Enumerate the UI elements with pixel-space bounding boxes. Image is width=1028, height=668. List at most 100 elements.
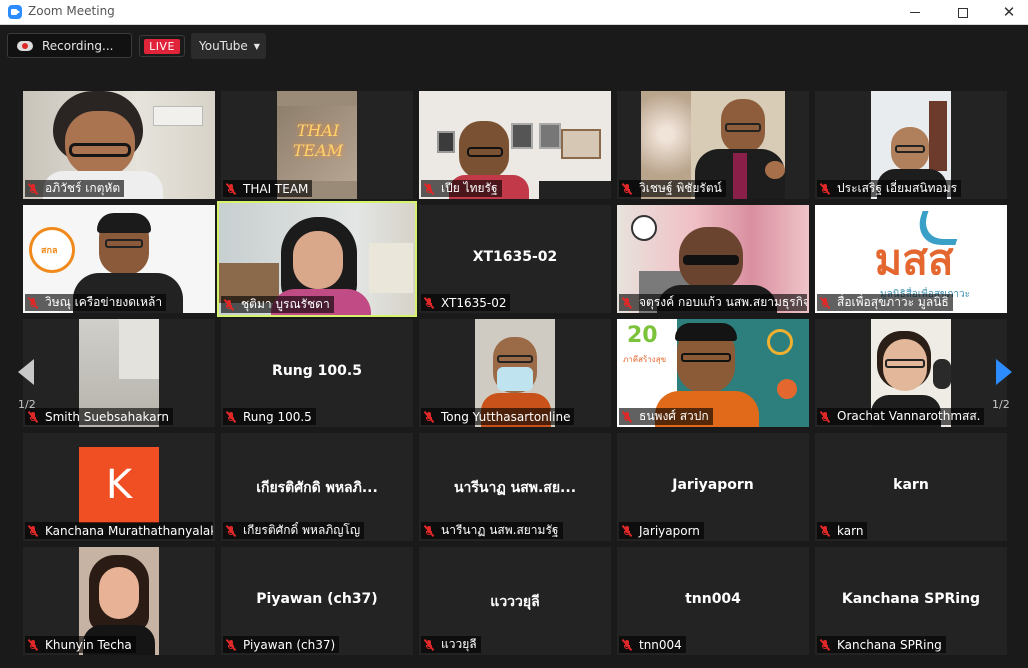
mic-muted-icon	[819, 182, 831, 195]
participant-name-label: Rung 100.5	[223, 408, 316, 425]
participant-name-label: Kanchana Murathathanyalak	[25, 522, 213, 539]
participant-name: Orachat Vannarothmสส.	[837, 409, 981, 423]
participant-tile[interactable]: เปีย ไทยรัฐ	[419, 91, 611, 199]
chevron-down-icon: ▼	[253, 41, 260, 51]
participant-tile[interactable]: Orachat Vannarothmสส.	[815, 319, 1007, 427]
window-title: Zoom Meeting	[28, 4, 115, 18]
participant-display-name: tnn004	[685, 591, 741, 607]
participant-tile[interactable]: วิเชษฐ์ พิชัยรัตน์	[617, 91, 809, 199]
participant-display-name: Piyawan (ch37)	[256, 591, 378, 607]
mic-muted-icon	[621, 410, 633, 423]
participant-name: Piyawan (ch37)	[243, 637, 336, 652]
participant-name-label: tnn004	[619, 636, 686, 653]
mic-muted-icon	[423, 638, 435, 651]
meeting-topbar: Recording... LIVE YouTube ▼	[0, 25, 1028, 65]
participant-name-label: แววยุลี	[421, 636, 481, 653]
participant-display-name: Kanchana SPRing	[841, 591, 981, 607]
window-titlebar: Zoom Meeting ✕	[0, 0, 1028, 25]
participant-name: ชุติมา บูรณรัชดา	[241, 297, 330, 311]
participant-name: จตุรงค์ กอบแก้ว นสพ.สยามธุรกิจ	[639, 295, 807, 309]
maximize-button[interactable]	[940, 0, 986, 25]
mic-muted-icon	[27, 524, 39, 537]
participant-name: Kanchana Murathathanyalak	[45, 523, 213, 538]
participant-name: วิษณุ เครือข่ายงดเหล้า	[45, 295, 163, 309]
mic-muted-icon	[423, 296, 435, 309]
close-button[interactable]: ✕	[986, 0, 1028, 25]
mic-muted-icon	[621, 524, 633, 537]
participant-tile[interactable]: Khunyin Techa	[23, 547, 215, 655]
participant-name-label: นารีนาฏ นสพ.สยามรัฐ	[421, 522, 563, 539]
participant-tile[interactable]: นารีนาฏ นสพ.สย... นารีนาฏ นสพ.สยามรัฐ	[419, 433, 611, 541]
participant-tile[interactable]: มสส มูลนิธิสื่อเพื่อสุขภาวะ สื่อเพื่อสุข…	[815, 205, 1007, 313]
live-badge: LIVE	[144, 38, 180, 54]
platform-label: YouTube	[199, 39, 248, 53]
mic-muted-icon	[27, 296, 39, 309]
participant-tile[interactable]: 20 ภาคีสร้างสุข ธนพงศ์ สวปก	[617, 319, 809, 427]
participant-tile[interactable]: สกล วิษณุ เครือข่ายงดเหล้า	[23, 205, 215, 313]
close-icon: ✕	[1002, 3, 1016, 21]
participant-name-label: Khunyin Techa	[25, 636, 136, 653]
livestream-platform-dropdown[interactable]: YouTube ▼	[191, 33, 266, 59]
participant-name: Rung 100.5	[243, 409, 312, 424]
arrow-right-icon	[996, 359, 1012, 385]
mic-muted-icon	[423, 524, 435, 537]
mic-muted-icon	[423, 182, 435, 195]
participant-tile[interactable]: tnn004 tnn004	[617, 547, 809, 655]
arrow-left-icon	[18, 359, 34, 385]
participant-name: ประเสริฐ เอี่ยมสนิทอมร	[837, 181, 958, 195]
participant-tile[interactable]: karn karn	[815, 433, 1007, 541]
participant-name-label: ประเสริฐ เอี่ยมสนิทอมร	[817, 180, 962, 197]
participant-name: สื่อเพื่อสุขภาวะ มูลนิธิ	[837, 295, 949, 309]
participant-name-label: จตุรงค์ กอบแก้ว นสพ.สยามธุรกิจ	[619, 294, 807, 311]
participant-name-label: เกียรติศักดิ์ พหลภิญโญ	[223, 522, 365, 539]
participant-name-label: เปีย ไทยรัฐ	[421, 180, 502, 197]
participant-name-label: วิเชษฐ์ พิชัยรัตน์	[619, 180, 726, 197]
participant-name: วิเชษฐ์ พิชัยรัตน์	[639, 181, 722, 195]
participant-tile[interactable]: เกียรติศักดิ พหลภิ... เกียรติศักดิ์ พหลภ…	[221, 433, 413, 541]
mic-muted-icon	[225, 410, 237, 423]
participant-tile[interactable]: THAI TEAM THAI TEAM	[221, 91, 413, 199]
participant-name-label: Kanchana SPRing	[817, 636, 946, 653]
page-indicator: 1/2	[18, 398, 36, 411]
participant-display-name: นารีนาฏ นสพ.สย...	[453, 480, 577, 496]
mic-muted-icon	[225, 524, 237, 537]
participant-name-label: Tong Yutthasartonline	[421, 408, 575, 425]
mic-muted-icon	[819, 296, 831, 309]
minimize-button[interactable]	[892, 0, 938, 25]
live-indicator[interactable]: LIVE	[139, 35, 185, 57]
mic-muted-icon	[819, 638, 831, 651]
participant-tile[interactable]: จตุรงค์ กอบแก้ว นสพ.สยามธุรกิจ	[617, 205, 809, 313]
participant-name-label: ธนพงศ์ สวปก	[619, 408, 713, 425]
participant-name: Jariyaporn	[639, 523, 700, 538]
participant-tile[interactable]: Piyawan (ch37) Piyawan (ch37)	[221, 547, 413, 655]
participant-tile[interactable]: Rung 100.5 Rung 100.5	[221, 319, 413, 427]
participant-tile[interactable]: อภิวัชร์ เกตุหัต	[23, 91, 215, 199]
next-page-button[interactable]: 1/2	[986, 355, 1022, 415]
participant-tile[interactable]: ประเสริฐ เอี่ยมสนิทอมร	[815, 91, 1007, 199]
participant-name: Khunyin Techa	[45, 637, 132, 652]
participant-name-label: Piyawan (ch37)	[223, 636, 340, 653]
participant-tile[interactable]: XT1635-02 XT1635-02	[419, 205, 611, 313]
participant-tile[interactable]: K Kanchana Murathathanyalak	[23, 433, 215, 541]
participant-name-label: XT1635-02	[421, 294, 511, 311]
participant-name: THAI TEAM	[243, 181, 309, 196]
mic-muted-icon	[225, 638, 237, 651]
mic-muted-icon	[225, 182, 237, 195]
participant-name-label: อภิวัชร์ เกตุหัต	[25, 180, 125, 197]
participant-tile[interactable]: Kanchana SPRing Kanchana SPRing	[815, 547, 1007, 655]
participant-name-label: สื่อเพื่อสุขภาวะ มูลนิธิ	[817, 294, 953, 311]
participant-tile-active-speaker[interactable]: ชุติมา บูรณรัชดา	[217, 201, 417, 317]
thai-team-logo: THAI TEAM	[292, 121, 344, 160]
sora-logo: สกล	[41, 246, 58, 256]
mic-muted-icon	[423, 410, 435, 423]
participant-tile[interactable]: แวววยุลี แววยุลี	[419, 547, 611, 655]
participant-tile[interactable]: Tong Yutthasartonline	[419, 319, 611, 427]
participant-tile[interactable]: Smith Suebsahakarn	[23, 319, 215, 427]
cloud-record-icon	[17, 38, 33, 54]
recording-indicator[interactable]: Recording...	[7, 33, 132, 58]
participant-name: เปีย ไทยรัฐ	[441, 181, 498, 195]
participant-tile[interactable]: Jariyaporn Jariyaporn	[617, 433, 809, 541]
maximize-icon	[958, 7, 968, 18]
previous-page-button[interactable]: 1/2	[12, 355, 48, 415]
participant-display-name: แวววยุลี	[490, 594, 540, 610]
